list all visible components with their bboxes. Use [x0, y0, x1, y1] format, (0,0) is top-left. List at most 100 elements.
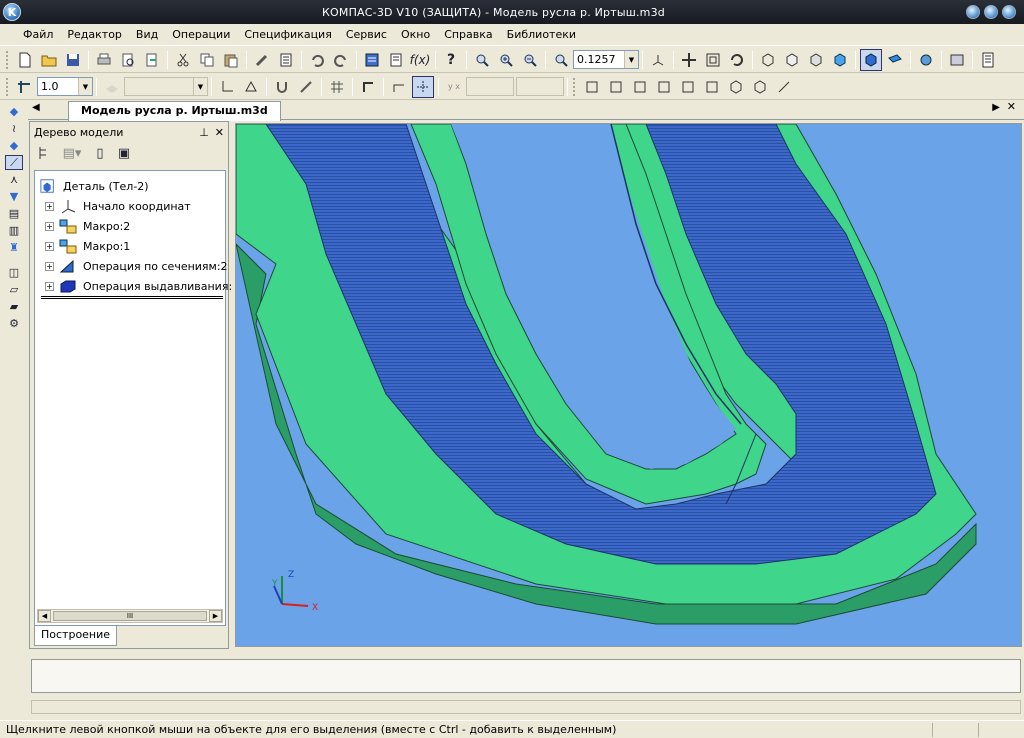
tree-item[interactable]: + Начало координат — [45, 196, 191, 216]
zoom-scale-combo[interactable]: 0.1257 ▼ — [573, 50, 639, 69]
view-left-icon[interactable] — [629, 76, 651, 98]
save-icon[interactable] — [62, 49, 84, 71]
local-cs-icon[interactable] — [216, 76, 238, 98]
zoom-in-icon[interactable] — [495, 49, 517, 71]
spec-icon[interactable] — [385, 49, 407, 71]
fit-icon[interactable] — [702, 49, 724, 71]
zoom-out-icon[interactable] — [519, 49, 541, 71]
view-bottom-icon[interactable] — [701, 76, 723, 98]
perspective-icon[interactable] — [884, 49, 906, 71]
tree-item[interactable]: + Операция выдавливания: — [45, 276, 232, 296]
plane-icon[interactable]: ▱ — [5, 282, 23, 297]
zoom-scale-icon[interactable] — [550, 49, 572, 71]
auxiliary-geometry-icon[interactable]: ⟋ — [5, 155, 23, 170]
variables-icon[interactable]: f(x) — [409, 49, 431, 71]
tree-close-icon[interactable]: ✕ — [215, 126, 224, 139]
menu-file[interactable]: Файл — [16, 24, 60, 46]
chevron-down-icon[interactable]: ▼ — [624, 51, 638, 68]
edit-detail-icon[interactable]: ◆ — [5, 104, 23, 119]
list-icon[interactable] — [275, 49, 297, 71]
sheet-metal-icon[interactable]: ◫ — [5, 265, 23, 280]
view-custom-icon[interactable] — [749, 76, 771, 98]
spec-document-icon[interactable] — [977, 49, 999, 71]
expand-icon[interactable]: + — [45, 241, 54, 251]
tree-list-icon[interactable]: ▯ — [91, 142, 109, 164]
tree-view-icon[interactable]: ▤▾ — [59, 142, 85, 164]
grid-icon[interactable] — [326, 76, 348, 98]
expand-icon[interactable]: + — [45, 221, 54, 231]
kompas-logo-icon[interactable]: K — [3, 3, 21, 21]
paste-icon[interactable] — [220, 49, 242, 71]
menu-window[interactable]: Окно — [394, 24, 437, 46]
close-button[interactable] — [1002, 5, 1016, 19]
wireframe-icon[interactable] — [757, 49, 779, 71]
tab-next-icon[interactable]: ▶ — [992, 102, 1000, 113]
sketch-icon[interactable]: ▰ — [5, 299, 23, 314]
scroll-right-icon[interactable]: ▶ — [209, 610, 222, 622]
tab-prev-icon[interactable]: ◀ — [32, 102, 40, 113]
view-right-icon[interactable] — [653, 76, 675, 98]
rotate-icon[interactable] — [726, 49, 748, 71]
menu-view[interactable]: Вид — [129, 24, 165, 46]
toolbar-grip[interactable] — [6, 77, 10, 96]
tree-root[interactable]: Деталь (Тел-2) — [39, 176, 149, 196]
ortho-icon[interactable] — [357, 76, 379, 98]
menu-editor[interactable]: Редактор — [60, 24, 129, 46]
shaded-icon[interactable] — [829, 49, 851, 71]
menu-specification[interactable]: Спецификация — [237, 24, 338, 46]
preview-icon[interactable] — [117, 49, 139, 71]
step-combo[interactable]: 1.0 ▼ — [37, 77, 93, 96]
hidden-lines-icon[interactable] — [781, 49, 803, 71]
view-iso-icon[interactable] — [725, 76, 747, 98]
properties-icon[interactable] — [251, 49, 273, 71]
cut-icon[interactable] — [172, 49, 194, 71]
library-panel-icon[interactable]: ⚙ — [5, 316, 23, 331]
library-icon[interactable] — [946, 49, 968, 71]
scroll-thumb[interactable]: III — [53, 611, 207, 621]
menu-operations[interactable]: Операции — [165, 24, 237, 46]
toolbar-grip[interactable] — [573, 77, 577, 96]
chevron-down-icon[interactable]: ▼ — [78, 78, 92, 95]
copy-icon[interactable] — [196, 49, 218, 71]
view-normal-icon[interactable] — [773, 76, 795, 98]
orient-icon[interactable] — [647, 49, 669, 71]
tree-item[interactable]: + Макро:2 — [45, 216, 130, 236]
menu-help[interactable]: Справка — [437, 24, 499, 46]
maximize-button[interactable] — [984, 5, 998, 19]
cursor-step-icon[interactable] — [14, 76, 36, 98]
coordinates-icon[interactable] — [412, 75, 434, 98]
round-icon[interactable] — [388, 76, 410, 98]
model-viewport[interactable]: Z Y X — [235, 123, 1022, 647]
pan-icon[interactable] — [678, 49, 700, 71]
tree-structure-icon[interactable] — [35, 142, 53, 164]
menu-service[interactable]: Сервис — [339, 24, 394, 46]
surface-icon[interactable]: ◆ — [5, 138, 23, 153]
pin-icon[interactable]: ⊥ — [199, 126, 209, 139]
measure-icon[interactable]: ⋏ — [5, 172, 23, 187]
section-icon[interactable] — [915, 49, 937, 71]
new-icon[interactable] — [14, 49, 36, 71]
reports-icon[interactable]: ▥ — [5, 223, 23, 238]
spline-icon[interactable]: ≀ — [5, 121, 23, 136]
assembly-icon[interactable]: ♜ — [5, 240, 23, 255]
tree-item[interactable]: + Операция по сечениям:2 — [45, 256, 228, 276]
shaded-edges-icon[interactable] — [860, 48, 882, 71]
expand-icon[interactable]: + — [45, 281, 54, 291]
spec-panel-icon[interactable]: ▤ — [5, 206, 23, 221]
export-icon[interactable] — [141, 49, 163, 71]
scroll-left-icon[interactable]: ◀ — [38, 610, 51, 622]
snap-icon[interactable] — [295, 76, 317, 98]
tree-props-icon[interactable]: ▣ — [115, 142, 133, 164]
orientation-icon[interactable] — [240, 76, 262, 98]
minimize-button[interactable] — [966, 5, 980, 19]
manager-icon[interactable] — [361, 49, 383, 71]
help-icon[interactable]: ? — [440, 49, 462, 71]
river-model-view[interactable]: Z Y X — [236, 124, 1022, 647]
thin-hidden-icon[interactable] — [805, 49, 827, 71]
view-front-icon[interactable] — [581, 76, 603, 98]
menu-libraries[interactable]: Библиотеки — [500, 24, 583, 46]
view-top-icon[interactable] — [677, 76, 699, 98]
tab-build[interactable]: Построение — [34, 626, 118, 646]
expand-icon[interactable]: + — [45, 261, 54, 271]
tree-hscrollbar[interactable]: ◀ III ▶ — [37, 609, 223, 623]
